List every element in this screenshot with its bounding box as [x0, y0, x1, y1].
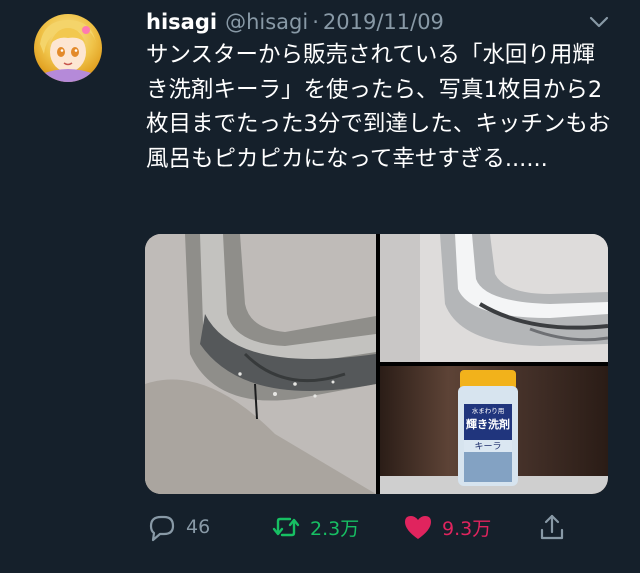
product-label-line-2: 輝き洗剤 — [466, 417, 510, 431]
share-icon — [536, 511, 568, 543]
reply-button[interactable]: 46 — [146, 505, 210, 549]
chevron-down-icon[interactable] — [587, 12, 611, 32]
retweet-count: 2.3万 — [310, 517, 360, 540]
media-grid: 水まわり用 輝き洗剤 キーラ — [145, 234, 608, 494]
tweet-text: サンスターから販売されている「水回り用輝き洗剤キーラ」を使ったら、写真1枚目から… — [146, 42, 611, 172]
reply-count: 46 — [186, 516, 211, 538]
separator-dot: · — [312, 10, 319, 34]
product-label-line-3: キーラ — [474, 441, 501, 452]
product-label-line-1: 水まわり用 — [472, 406, 505, 415]
heart-icon — [402, 511, 434, 543]
retweet-icon — [270, 511, 302, 543]
tweet-date[interactable]: 2019/11/09 — [323, 10, 444, 34]
photo-1[interactable] — [145, 234, 376, 494]
tweet-header: hisagi @hisagi · 2019/11/09 — [146, 8, 586, 36]
photo-3-product[interactable]: 水まわり用 輝き洗剤 キーラ — [380, 366, 608, 494]
avatar[interactable] — [34, 14, 102, 82]
like-count: 9.3万 — [442, 517, 492, 540]
retweet-button[interactable]: 2.3万 — [270, 505, 359, 549]
like-button[interactable]: 9.3万 — [402, 505, 491, 549]
action-bar: 46 2.3万 9.3万 — [140, 505, 620, 549]
share-button[interactable] — [536, 505, 568, 549]
comment-icon — [146, 511, 178, 543]
display-name[interactable]: hisagi — [146, 10, 217, 34]
photo-2[interactable] — [380, 234, 608, 362]
user-handle[interactable]: @hisagi — [225, 10, 308, 34]
